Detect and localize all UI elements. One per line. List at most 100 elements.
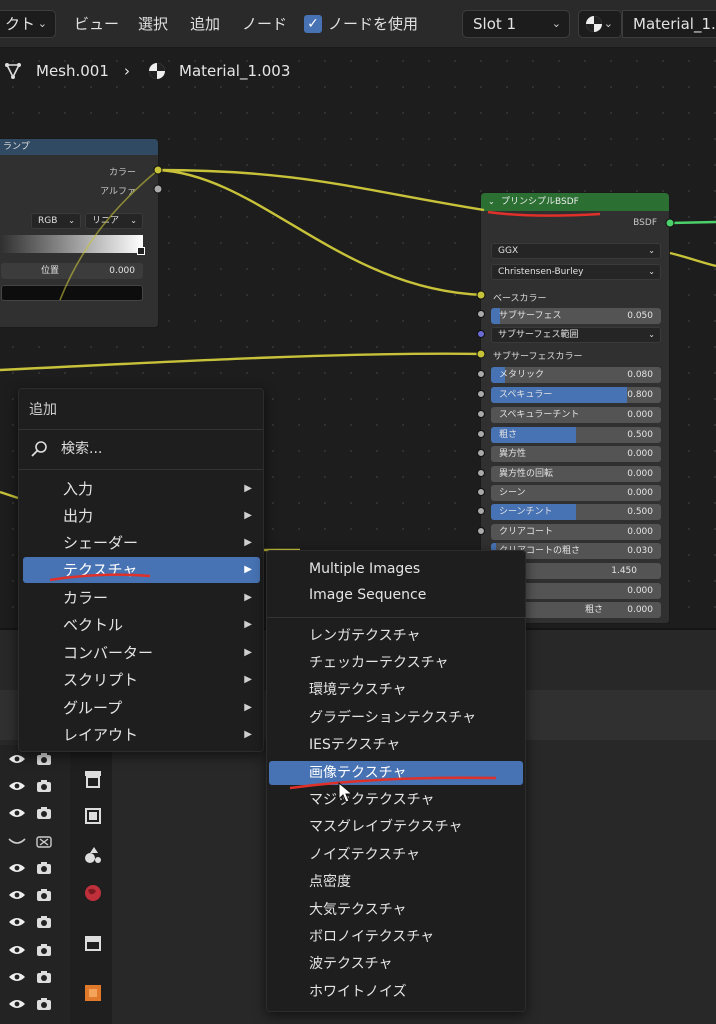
breadcrumb-mesh: Mesh.001 (36, 62, 109, 80)
eye-icon[interactable] (8, 916, 26, 928)
ramp-gradient-bar[interactable] (0, 235, 143, 253)
camera-icon[interactable] (36, 861, 52, 875)
menu-item-vector[interactable]: ベクトル ▶ (23, 612, 260, 638)
menu-item-shader[interactable]: シェーダー ▶ (23, 530, 260, 556)
camera-icon[interactable] (36, 915, 52, 929)
menu-item-input[interactable]: 入力 ▶ (23, 476, 260, 502)
roughness-slider[interactable]: 粗さ 0.500 (491, 427, 661, 443)
submenu-item-gradient-texture[interactable]: グラデーションテクスチャ (269, 706, 523, 730)
menu-item-color[interactable]: カラー ▶ (23, 585, 260, 611)
submenu-item-voronoi-texture[interactable]: ボロノイテクスチャ (269, 925, 523, 949)
submenu-item-image-sequence[interactable]: Image Sequence (269, 583, 523, 607)
anisotropic-slider[interactable]: 異方性 0.000 (491, 446, 661, 462)
camera-icon[interactable] (36, 943, 52, 957)
subsurface-slider[interactable]: サブサーフェス 0.050 (491, 308, 661, 324)
color-ramp-node[interactable]: ランプ カラー アルファ RGB ⌄ リニア ⌄ 位置 0.000 (0, 138, 159, 328)
camera-icon[interactable] (36, 997, 52, 1011)
eye-icon[interactable] (8, 971, 26, 983)
outliner-row (8, 750, 58, 770)
view-menu[interactable]: ビュー (74, 10, 119, 38)
submenu-item-sky-texture[interactable]: 大気テクスチャ (269, 898, 523, 922)
tool-tab-icon[interactable] (82, 768, 104, 790)
eye-icon[interactable] (8, 944, 26, 956)
distribution-label: GGX (498, 246, 519, 256)
submenu-item-musgrave-texture[interactable]: マスグレイブテクスチャ (269, 815, 523, 839)
collection-tab-icon[interactable] (82, 932, 104, 954)
menu-search-field[interactable]: 検索... (29, 437, 249, 461)
ramp-stop-handle[interactable] (137, 247, 145, 255)
sheen-label: シーン (499, 488, 526, 498)
editor-type-dropdown[interactable]: クト ⌄ (0, 10, 56, 38)
menu-item-converter[interactable]: コンバーター ▶ (23, 640, 260, 666)
add-menu: 追加 検索... 入力 ▶ 出力 ▶ シェーダー ▶ テクスチャ ▶ カラー ▶ ベクトル… (18, 388, 264, 752)
anisotropic-value: 0.000 (627, 449, 653, 459)
camera-icon[interactable] (36, 806, 52, 820)
collapse-chevron-icon[interactable]: ⌄ (488, 193, 495, 211)
submenu-item-point-density[interactable]: 点密度 (269, 870, 523, 894)
submenu-item-multiple-images[interactable]: Multiple Images (269, 557, 523, 581)
ramp-position-field[interactable]: 位置 0.000 (1, 263, 143, 279)
menu-item-group[interactable]: グループ ▶ (23, 695, 260, 721)
output-tab-icon[interactable] (82, 844, 104, 866)
ramp-interp-dropdown[interactable]: リニア ⌄ (85, 213, 143, 229)
eye-icon[interactable] (8, 998, 26, 1010)
camera-icon[interactable] (36, 888, 52, 902)
submenu-item-label: チェッカーテクスチャ (309, 655, 449, 671)
eye-icon[interactable] (8, 753, 26, 765)
eye-icon[interactable] (8, 862, 26, 874)
subsurface-radius-dropdown[interactable]: サブサーフェス範囲 ⌄ (491, 327, 661, 343)
ramp-mode-label: RGB (38, 216, 58, 226)
bsdf-node-header[interactable]: ⌄ プリンシプルBSDF (481, 193, 669, 211)
material-name-field[interactable]: Material_1.0 (622, 10, 716, 38)
specular-label: スペキュラー (499, 390, 553, 400)
sheen-tint-slider[interactable]: シーンチント 0.500 (491, 504, 661, 520)
submenu-item-image-texture[interactable]: 画像テクスチャ (269, 761, 523, 785)
submenu-item-label: マジックテクスチャ (309, 792, 435, 808)
menu-item-texture[interactable]: テクスチャ ▶ (23, 557, 260, 583)
camera-icon[interactable] (36, 752, 52, 766)
menu-item-output[interactable]: 出力 ▶ (23, 503, 260, 529)
chevron-down-icon: ⌄ (648, 267, 655, 276)
select-menu[interactable]: 選択 (138, 10, 168, 38)
submenu-item-magic-texture[interactable]: マジックテクスチャ (269, 788, 523, 812)
metallic-slider[interactable]: メタリック 0.080 (491, 367, 661, 383)
camera-disabled-icon[interactable] (36, 834, 52, 848)
subsurface-method-dropdown[interactable]: Christensen-Burley ⌄ (491, 264, 661, 280)
roughness-value: 0.500 (627, 430, 653, 440)
aniso-rotation-slider[interactable]: 異方性の回転 0.000 (491, 466, 661, 482)
camera-icon[interactable] (36, 970, 52, 984)
add-menu-button[interactable]: 追加 (190, 10, 220, 38)
menu-item-layout[interactable]: レイアウト ▶ (23, 722, 260, 748)
eye-icon[interactable] (8, 889, 26, 901)
submenu-item-noise-texture[interactable]: ノイズテクスチャ (269, 843, 523, 867)
submenu-item-ies-texture[interactable]: IESテクスチャ (269, 733, 523, 757)
slot-dropdown[interactable]: Slot 1 ⌄ (462, 10, 570, 38)
menu-item-label: スクリプト (63, 671, 139, 689)
clearcoat-slider[interactable]: クリアコート 0.000 (491, 524, 661, 540)
color-ramp-node-header[interactable]: ランプ (0, 139, 158, 155)
eye-icon[interactable] (8, 780, 26, 792)
object-tab-icon[interactable] (82, 982, 104, 1004)
camera-icon[interactable] (36, 779, 52, 793)
specular-tint-label: スペキュラーチント (499, 410, 580, 420)
eye-closed-icon[interactable] (8, 835, 26, 847)
ramp-mode-dropdown[interactable]: RGB ⌄ (31, 213, 81, 229)
node-menu[interactable]: ノード (242, 10, 287, 38)
submenu-item-checker-texture[interactable]: チェッカーテクスチャ (269, 651, 523, 675)
submenu-item-label: 点密度 (309, 874, 351, 890)
world-tab-icon[interactable] (82, 882, 104, 904)
submenu-item-white-noise[interactable]: ホワイトノイズ (269, 980, 523, 1004)
distribution-dropdown[interactable]: GGX ⌄ (491, 243, 661, 259)
specular-slider[interactable]: スペキュラー 0.800 (491, 387, 661, 403)
submenu-item-wave-texture[interactable]: 波テクスチャ (269, 952, 523, 976)
material-browse-button[interactable]: ⌄ (578, 10, 622, 38)
sheen-slider[interactable]: シーン 0.000 (491, 485, 661, 501)
submenu-item-brick-texture[interactable]: レンガテクスチャ (269, 624, 523, 648)
specular-tint-slider[interactable]: スペキュラーチント 0.000 (491, 407, 661, 423)
ramp-color-swatch[interactable] (1, 285, 143, 301)
use-nodes-checkbox[interactable]: ✓ (304, 15, 322, 33)
menu-item-script[interactable]: スクリプト ▶ (23, 667, 260, 693)
submenu-item-environment-texture[interactable]: 環境テクスチャ (269, 678, 523, 702)
render-tab-icon[interactable] (82, 805, 104, 827)
eye-icon[interactable] (8, 807, 26, 819)
